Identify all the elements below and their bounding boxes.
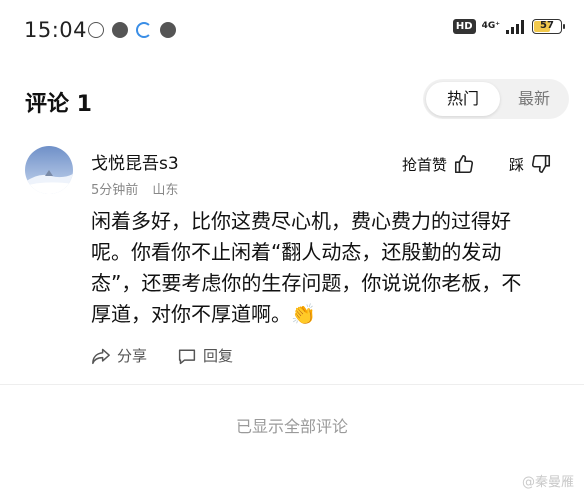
status-time: 15:04 (24, 18, 88, 42)
dislike-button[interactable]: 踩 (509, 153, 552, 175)
status-bar: 15:04 HD 4G⁺ 57 (0, 0, 584, 62)
network-indicator: 4G⁺ (481, 21, 500, 31)
reply-button[interactable]: 回复 (177, 345, 233, 366)
reply-label: 回复 (203, 347, 234, 365)
battery-level: 57 (540, 20, 554, 31)
share-icon (92, 348, 110, 364)
comment-username[interactable]: 戈悦昆吾s3 (91, 149, 179, 174)
first-like-button[interactable]: 抢首赞 (402, 153, 475, 175)
thumbs-up-icon (454, 154, 474, 174)
thumbs-down-icon (531, 154, 551, 174)
comment-meta: 5分钟前 山东 (91, 179, 188, 198)
comment-time: 5分钟前 (91, 183, 139, 198)
signal-icon (506, 19, 524, 34)
hd-badge: HD (452, 19, 476, 34)
settings-status-icon (88, 22, 104, 38)
first-like-label: 抢首赞 (402, 155, 448, 174)
reply-bubble-icon (178, 349, 196, 364)
divider (0, 384, 584, 385)
browser-status-icon (136, 22, 152, 38)
tab-hot[interactable]: 热门 (426, 82, 500, 116)
sort-segmented-control: 热门 最新 (423, 79, 569, 119)
tab-newest[interactable]: 最新 (503, 82, 565, 116)
all-comments-shown-text: 已显示全部评论 (235, 417, 348, 436)
share-label: 分享 (117, 347, 148, 365)
battery-icon: 57 (532, 19, 565, 34)
status-right-group: HD 4G⁺ 57 (452, 19, 565, 34)
page-title: 评论 1 (25, 92, 92, 117)
comment-actions: 分享 回复 (91, 345, 233, 366)
comment-location: 山东 (152, 183, 179, 198)
comment-body: 闲着多好，比你这费尽心机，费心费力的过得好呢。你看你不止闲着“翻人动态，还殷勤的… (91, 209, 522, 326)
dislike-label: 踩 (509, 155, 525, 174)
avatar[interactable] (25, 146, 73, 194)
zhihu-status-icon (112, 22, 128, 38)
chat-status-icon (160, 22, 176, 38)
share-button[interactable]: 分享 (91, 345, 147, 366)
watermark: @秦曼雁 (521, 475, 574, 490)
